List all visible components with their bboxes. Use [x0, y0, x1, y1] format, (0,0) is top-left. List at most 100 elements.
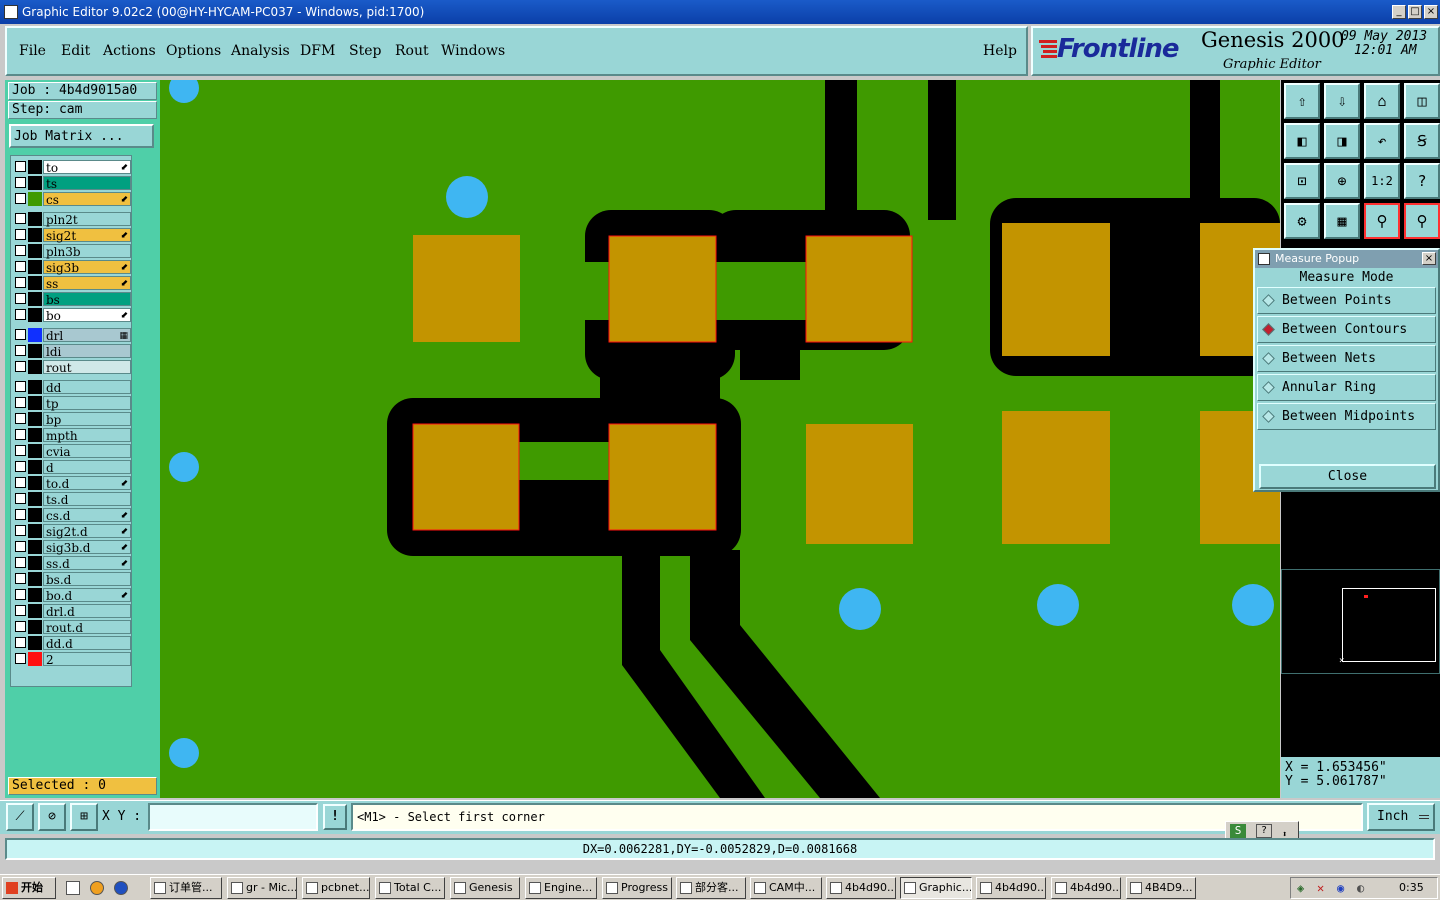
layer-checkbox[interactable]: [15, 213, 26, 224]
layer-name[interactable]: ts: [43, 176, 131, 191]
layer-row-cs-d[interactable]: cs.d ⬋: [13, 508, 131, 523]
layer-row-2[interactable]: 2: [13, 652, 131, 667]
layer-checkbox[interactable]: [15, 261, 26, 272]
help-icon[interactable]: ?: [1404, 163, 1440, 199]
layer-color-swatch[interactable]: [28, 396, 42, 410]
layer-row-ldi[interactable]: ldi: [13, 344, 131, 359]
measure-option-between-points[interactable]: Between Points: [1257, 287, 1436, 314]
layer-checkbox[interactable]: [15, 345, 26, 356]
layer-name[interactable]: d: [43, 460, 131, 475]
menu-edit[interactable]: Edit: [61, 43, 90, 59]
layer-name[interactable]: drl ▦: [43, 328, 131, 343]
layer-checkbox[interactable]: [15, 329, 26, 340]
layer-row-pln3b[interactable]: pln3b: [13, 244, 131, 259]
close-window-button[interactable]: ×: [1424, 5, 1438, 19]
layer-row-ts[interactable]: ts: [13, 176, 131, 191]
layer-checkbox[interactable]: [15, 429, 26, 440]
layer-name[interactable]: bs.d: [43, 572, 131, 587]
layer-color-swatch[interactable]: [28, 360, 42, 374]
split-view-icon[interactable]: ◫: [1404, 83, 1440, 119]
layer-row-sig3b[interactable]: sig3b ⬋: [13, 260, 131, 275]
layer-checkbox[interactable]: [15, 509, 26, 520]
layer-name[interactable]: to ⬋: [43, 160, 131, 175]
layer-checkbox[interactable]: [15, 445, 26, 456]
taskbar-task[interactable]: Total C...: [375, 877, 445, 899]
layer-color-swatch[interactable]: [28, 244, 42, 258]
settings-icon[interactable]: ⚙: [1284, 203, 1320, 239]
layer-checkbox[interactable]: [15, 193, 26, 204]
layer-color-swatch[interactable]: [28, 460, 42, 474]
alert-button[interactable]: !: [323, 804, 347, 830]
layer-name[interactable]: sig3b ⬋: [43, 260, 131, 275]
taskbar-task[interactable]: 4b4d90...: [826, 877, 896, 899]
layer-name[interactable]: pln3b: [43, 244, 131, 259]
layer-row-d[interactable]: d: [13, 460, 131, 475]
layer-row-ss-d[interactable]: ss.d ⬋: [13, 556, 131, 571]
taskbar-task[interactable]: Progress: [602, 877, 672, 899]
zoom-fit-icon[interactable]: ⊕: [1324, 163, 1360, 199]
layer-color-swatch[interactable]: [28, 380, 42, 394]
pan-right-icon[interactable]: ◨: [1324, 123, 1360, 159]
layer-checkbox[interactable]: [15, 541, 26, 552]
layer-checkbox[interactable]: [15, 589, 26, 600]
undo-view-icon[interactable]: ↶: [1364, 123, 1400, 159]
layer-row-ss[interactable]: ss ⬋: [13, 276, 131, 291]
layer-color-swatch[interactable]: [28, 492, 42, 506]
layer-checkbox[interactable]: [15, 413, 26, 424]
layer-row-sig2t[interactable]: sig2t ⬋: [13, 228, 131, 243]
radio-diamond-icon[interactable]: [1262, 323, 1275, 336]
layer-row-bp[interactable]: bp: [13, 412, 131, 427]
layer-name[interactable]: cvia: [43, 444, 131, 459]
layer-row-cvia[interactable]: cvia: [13, 444, 131, 459]
layer-row-drl[interactable]: drl ▦: [13, 328, 131, 343]
layer-name[interactable]: sig2t ⬋: [43, 228, 131, 243]
menu-analysis[interactable]: Analysis: [231, 43, 290, 59]
layer-color-swatch[interactable]: [28, 620, 42, 634]
start-button[interactable]: 开始: [2, 877, 56, 899]
taskbar-task[interactable]: Graphic...: [900, 877, 972, 899]
tray-speaker-icon[interactable]: ◐: [1357, 881, 1364, 895]
layer-checkbox[interactable]: [15, 245, 26, 256]
layer-color-swatch[interactable]: [28, 344, 42, 358]
layer-name[interactable]: ts.d: [43, 492, 131, 507]
layer-color-swatch[interactable]: [28, 636, 42, 650]
layer-name[interactable]: cs ⬋: [43, 192, 131, 207]
layer-checkbox[interactable]: [15, 493, 26, 504]
measure-option-between-nets[interactable]: Between Nets: [1257, 345, 1436, 372]
measure-option-annular-ring[interactable]: Annular Ring: [1257, 374, 1436, 401]
layer-color-swatch[interactable]: [28, 572, 42, 586]
taskbar-task[interactable]: 4b4d90...: [1051, 877, 1121, 899]
layer-name[interactable]: bo ⬋: [43, 308, 131, 323]
xy-input[interactable]: [148, 803, 318, 831]
layer-name[interactable]: ss.d ⬋: [43, 556, 131, 571]
taskbar-task[interactable]: Engine...: [525, 877, 597, 899]
layer-name[interactable]: cs.d ⬋: [43, 508, 131, 523]
layer-color-swatch[interactable]: [28, 160, 42, 174]
layer-row-rout-d[interactable]: rout.d: [13, 620, 131, 635]
taskbar-task[interactable]: pcbnet...: [302, 877, 370, 899]
tray-net-icon[interactable]: ◉: [1337, 881, 1344, 895]
layer-color-swatch[interactable]: [28, 328, 42, 342]
layer-name[interactable]: ldi: [43, 344, 131, 359]
zoom-back-icon[interactable]: ⇩: [1324, 83, 1360, 119]
maximize-button[interactable]: □: [1408, 5, 1422, 19]
layer-name[interactable]: bp: [43, 412, 131, 427]
layer-checkbox[interactable]: [15, 397, 26, 408]
layer-name[interactable]: tp: [43, 396, 131, 411]
layer-row-sig2t-d[interactable]: sig2t.d ⬋: [13, 524, 131, 539]
layer-color-swatch[interactable]: [28, 540, 42, 554]
radio-diamond-icon[interactable]: [1262, 381, 1275, 394]
layer-name[interactable]: to.d ⬋: [43, 476, 131, 491]
layer-name[interactable]: pln2t: [43, 212, 131, 227]
layer-row-to-d[interactable]: to.d ⬋: [13, 476, 131, 491]
taskbar-task[interactable]: 4b4d90...: [976, 877, 1046, 899]
layer-row-dd-d[interactable]: dd.d: [13, 636, 131, 651]
taskbar-task[interactable]: CAM中...: [750, 877, 822, 899]
taskbar-task[interactable]: 4B4D9...: [1126, 877, 1196, 899]
layer-color-swatch[interactable]: [28, 176, 42, 190]
layer-color-swatch[interactable]: [28, 276, 42, 290]
zoom-in-icon[interactable]: ⊡: [1284, 163, 1320, 199]
menu-options[interactable]: Options: [166, 43, 221, 59]
layer-color-swatch[interactable]: [28, 292, 42, 306]
layer-name[interactable]: dd: [43, 380, 131, 395]
